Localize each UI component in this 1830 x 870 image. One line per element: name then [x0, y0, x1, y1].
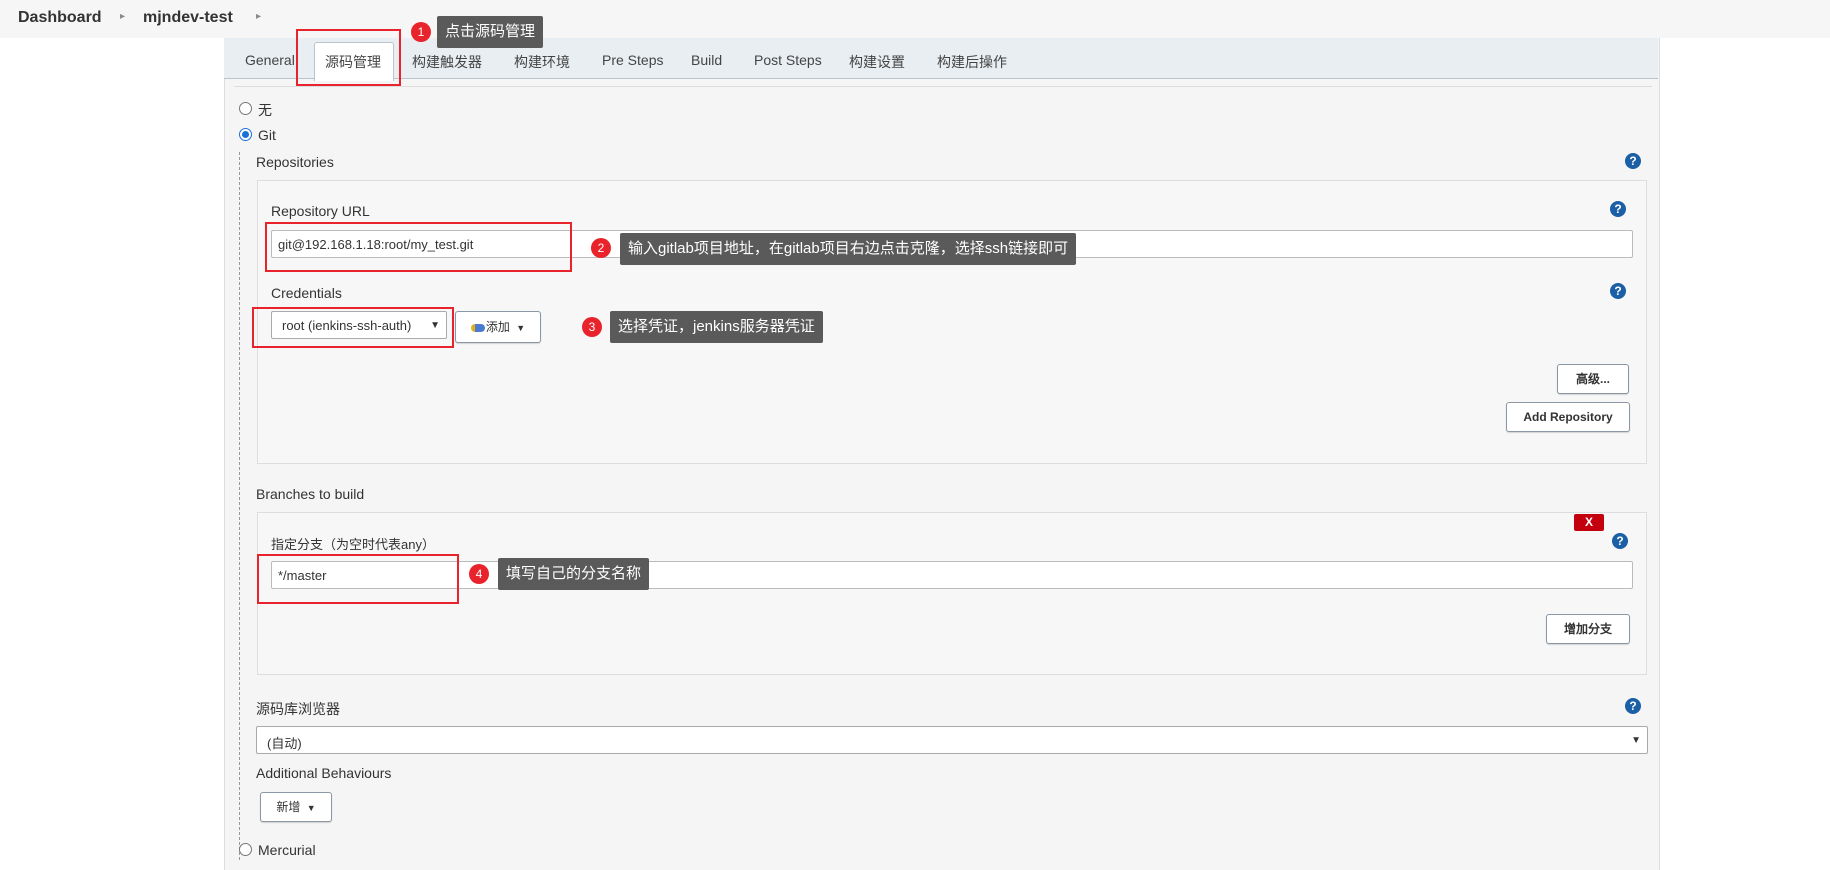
repo-browser-select-value: (自动) — [267, 736, 302, 751]
scm-mercurial-label: Mercurial — [258, 842, 316, 858]
annotation-tooltip-3: 选择凭证，jenkins服务器凭证 — [610, 311, 823, 343]
tab-build-settings[interactable]: 构建设置 — [849, 52, 905, 72]
annotation-badge-3: 3 — [582, 317, 602, 337]
advanced-button[interactable]: 高级... — [1557, 364, 1629, 394]
branch-specifier-label: 指定分支（为空时代表any） — [271, 537, 435, 552]
caret-down-icon: ▼ — [516, 323, 526, 333]
add-behaviour-button[interactable]: 新增 ▼ — [260, 792, 332, 822]
repositories-label: Repositories — [256, 154, 334, 170]
breadcrumb-project[interactable]: mjndev-test — [143, 9, 233, 27]
annotation-badge-4: 4 — [469, 564, 489, 584]
section-divider — [234, 86, 1652, 87]
git-section-guide — [239, 152, 240, 860]
additional-behaviours-label: Additional Behaviours — [256, 765, 392, 781]
annotation-highlight-4 — [257, 554, 459, 604]
repository-url-label: Repository URL — [271, 203, 370, 219]
add-repository-button[interactable]: Add Repository — [1506, 402, 1630, 432]
key-icon — [470, 323, 485, 332]
annotation-highlight-3 — [252, 307, 454, 348]
chevron-down-icon: ▼ — [1631, 735, 1641, 746]
breadcrumb: Dashboard ▸ mjndev-test ▸ — [0, 0, 1830, 38]
annotation-tooltip-4: 填写自己的分支名称 — [498, 558, 650, 590]
caret-down-icon: ▼ — [306, 803, 316, 813]
tab-pre-steps[interactable]: Pre Steps — [602, 52, 663, 68]
annotation-badge-1: 1 — [411, 22, 431, 42]
credentials-label: Credentials — [271, 285, 342, 301]
annotation-badge-2: 2 — [591, 238, 611, 258]
add-behaviour-label: 新增 — [276, 800, 301, 814]
breadcrumb-separator-icon: ▸ — [256, 11, 262, 22]
repo-browser-help-icon[interactable]: ? — [1625, 698, 1641, 714]
add-credentials-button[interactable]: 添加 ▼ — [455, 311, 541, 343]
tab-build-triggers[interactable]: 构建触发器 — [412, 52, 482, 72]
annotation-tooltip-1: 点击源码管理 — [437, 16, 544, 48]
branch-help-icon[interactable]: ? — [1612, 533, 1628, 549]
annotation-tooltip-2: 输入gitlab项目地址，在gitlab项目右边点击克隆，选择ssh链接即可 — [620, 233, 1077, 265]
annotation-highlight-2 — [265, 222, 572, 272]
repo-browser-label: 源码库浏览器 — [256, 701, 340, 717]
branch-box — [257, 512, 1647, 675]
annotation-highlight-1 — [296, 29, 401, 86]
repository-url-help-icon[interactable]: ? — [1610, 201, 1626, 217]
tab-post-steps[interactable]: Post Steps — [754, 52, 822, 68]
scm-git-radio[interactable] — [239, 128, 252, 141]
branches-label: Branches to build — [256, 486, 365, 502]
scm-none-radio[interactable] — [239, 102, 252, 115]
tab-post-build[interactable]: 构建后操作 — [937, 52, 1007, 72]
breadcrumb-dashboard[interactable]: Dashboard — [18, 9, 102, 27]
scm-git-label: Git — [258, 127, 276, 143]
delete-branch-button[interactable]: X — [1574, 514, 1604, 531]
breadcrumb-separator-icon: ▸ — [120, 11, 126, 22]
tab-general[interactable]: General — [245, 52, 295, 68]
add-branch-button[interactable]: 增加分支 — [1546, 614, 1630, 644]
repo-browser-select[interactable]: (自动) ▼ — [256, 726, 1648, 754]
tab-build-environment[interactable]: 构建环境 — [514, 52, 570, 72]
scm-mercurial-radio[interactable] — [239, 843, 252, 856]
add-credentials-label: 添加 — [485, 320, 510, 334]
credentials-help-icon[interactable]: ? — [1610, 283, 1626, 299]
tab-build[interactable]: Build — [691, 52, 722, 68]
scm-none-label: 无 — [258, 102, 272, 118]
repositories-help-icon[interactable]: ? — [1625, 153, 1641, 169]
